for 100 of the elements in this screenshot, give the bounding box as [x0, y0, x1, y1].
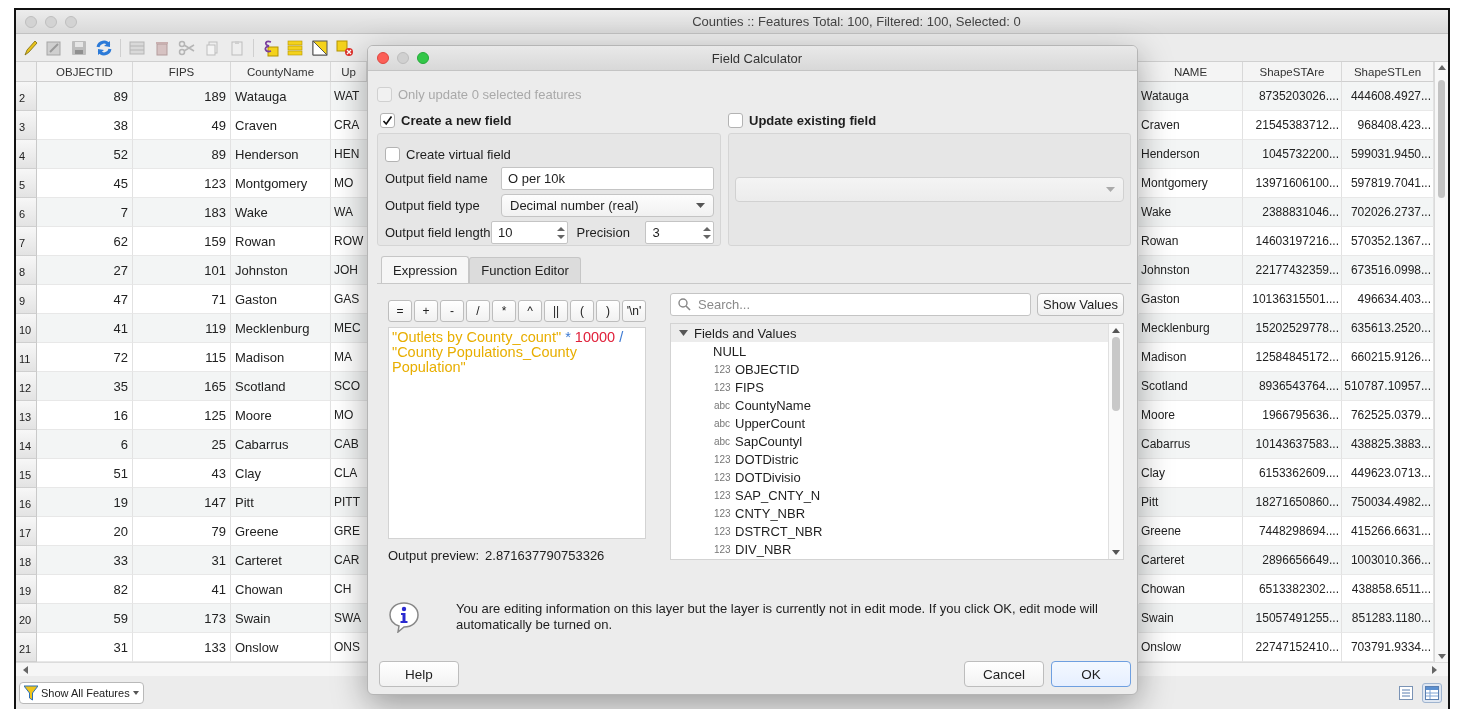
row-number[interactable]: 9 [16, 285, 37, 314]
scroll-thumb[interactable] [1112, 337, 1120, 411]
row-number[interactable]: 2 [16, 82, 37, 111]
row-number[interactable]: 6 [16, 198, 37, 227]
row-number[interactable]: 11 [16, 343, 37, 372]
row-number[interactable]: 21 [16, 633, 37, 662]
operator-button[interactable]: - [440, 300, 464, 322]
table-cell: Swain [1139, 604, 1243, 633]
tree-item[interactable]: 123 OBJECTID [671, 360, 1108, 378]
spin-box[interactable]: 3 [645, 221, 714, 244]
paste-icon[interactable] [228, 38, 246, 57]
row-number[interactable]: 12 [16, 372, 37, 401]
row-number[interactable]: 5 [16, 169, 37, 198]
row-number[interactable]: 18 [16, 546, 37, 575]
operator-button[interactable]: ( [570, 300, 594, 322]
window-control-button[interactable] [65, 15, 77, 28]
operator-button[interactable]: + [414, 300, 438, 322]
row-number[interactable]: 8 [16, 256, 37, 285]
table-cell: 2896656649... [1243, 546, 1342, 575]
operator-button[interactable]: ) [596, 300, 620, 322]
table-cell: 41 [37, 314, 133, 343]
tree-item[interactable]: 123 FIPS [671, 378, 1108, 396]
window-control-button[interactable] [417, 52, 429, 64]
window-control-button[interactable] [45, 15, 57, 28]
row-number[interactable]: 3 [16, 111, 37, 140]
save-icon[interactable] [70, 38, 88, 57]
ok-button[interactable]: OK [1051, 661, 1131, 687]
dropdown[interactable]: Decimal number (real) [501, 194, 714, 217]
row-number[interactable]: 15 [16, 459, 37, 488]
operator-button[interactable]: || [544, 300, 568, 322]
scroll-up-arrow-icon[interactable] [1112, 327, 1120, 333]
row-number[interactable]: 16 [16, 488, 37, 517]
row-number[interactable]: 13 [16, 401, 37, 430]
row-number[interactable]: 4 [16, 140, 37, 169]
search-field[interactable]: Search... [670, 293, 1032, 316]
window-control-button[interactable] [25, 15, 37, 28]
tree-item[interactable]: abc CountyName [671, 396, 1108, 414]
copy-icon[interactable] [203, 38, 221, 57]
tab[interactable]: Function Editor [469, 257, 581, 283]
table-cell: Pitt [1139, 488, 1243, 517]
help-button[interactable]: Help [379, 661, 459, 687]
scrollbar[interactable] [1108, 324, 1123, 559]
table-cell: 8735203026.... [1243, 82, 1342, 111]
cancel-button[interactable]: Cancel [964, 661, 1044, 687]
corner-header[interactable] [16, 62, 37, 82]
table-cell: 189 [133, 82, 231, 111]
window-control-button[interactable] [377, 52, 389, 64]
operator-button[interactable]: '\n' [622, 300, 646, 322]
window-control-button[interactable] [397, 52, 409, 64]
tab[interactable]: Expression [381, 256, 470, 283]
scroll-left-arrow-icon[interactable] [22, 665, 30, 674]
deselect-icon[interactable] [336, 38, 354, 57]
tree-item[interactable]: abc SapCountyl [671, 432, 1108, 450]
operator-button[interactable]: * [492, 300, 516, 322]
spin-box[interactable]: 10 [491, 221, 569, 244]
input-field[interactable]: O per 10k [501, 167, 714, 190]
tree-item[interactable]: 123 DIV_NBR [671, 540, 1108, 558]
row-number[interactable]: 20 [16, 604, 37, 633]
scrollbar[interactable] [1434, 62, 1448, 662]
row-number[interactable]: 14 [16, 430, 37, 459]
show-values-button[interactable]: Show Values [1037, 293, 1124, 316]
table-cell: Henderson [1139, 140, 1243, 169]
scroll-right-arrow-icon[interactable] [1430, 665, 1438, 674]
add-row-icon[interactable] [128, 38, 146, 57]
invert-selection-icon[interactable] [311, 38, 329, 57]
row-number[interactable]: 7 [16, 227, 37, 256]
stepper-icon[interactable] [557, 224, 566, 241]
checkbox[interactable] [385, 146, 400, 162]
dropdown[interactable] [735, 177, 1124, 202]
checkbox[interactable] [728, 112, 743, 128]
tree-item[interactable]: 123 CNTY_NBR [671, 504, 1108, 522]
row-number[interactable]: 19 [16, 575, 37, 604]
tree-item[interactable]: NULL [671, 342, 1108, 360]
tree-item[interactable]: 123 DOTDistric [671, 450, 1108, 468]
operator-button[interactable]: ^ [518, 300, 542, 322]
scroll-down-arrow-icon[interactable] [1112, 550, 1120, 556]
tree-group[interactable]: Fields and Values [671, 324, 1108, 342]
tree-item[interactable]: abc UpperCount [671, 414, 1108, 432]
pencil-icon[interactable] [22, 38, 38, 57]
table-view-button[interactable] [1422, 682, 1442, 703]
row-number[interactable]: 17 [16, 517, 37, 546]
tree-item[interactable]: 123 SAP_CNTY_N [671, 486, 1108, 504]
scissors-icon[interactable] [178, 38, 196, 57]
refresh-icon[interactable] [95, 38, 113, 57]
edit-table-icon[interactable] [45, 38, 63, 57]
tree-item[interactable]: 123 DOTDivisio [671, 468, 1108, 486]
checkbox-label: Only update 0 selected features [398, 86, 582, 102]
show-all-features-button[interactable]: Show All Features [19, 681, 144, 704]
operator-button[interactable]: = [388, 300, 412, 322]
checkbox[interactable] [380, 112, 395, 128]
tree-item[interactable]: 123 DSTRCT_NBR [671, 522, 1108, 540]
scroll-thumb[interactable] [1438, 80, 1445, 198]
row-number[interactable]: 10 [16, 314, 37, 343]
expression-editor[interactable]: "Outlets by County_count" * 10000 / "County Populations_County Population" [388, 327, 646, 539]
operator-button[interactable]: / [466, 300, 490, 322]
stepper-icon[interactable] [703, 224, 711, 241]
expanded-triangle-icon[interactable] [679, 330, 688, 336]
select-all-icon[interactable] [286, 38, 304, 57]
table-cell: 183 [133, 198, 231, 227]
checkbox-label: Update existing field [749, 112, 877, 128]
